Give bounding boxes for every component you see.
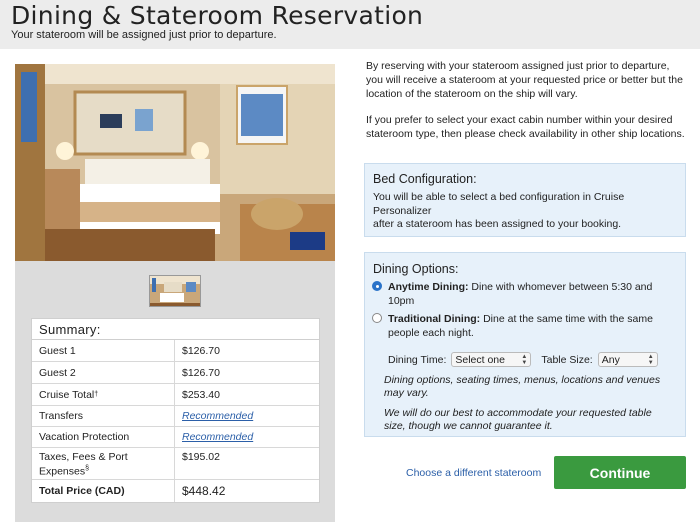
- summary-label: Total Price (CAD): [32, 480, 175, 502]
- summary-value: $253.40: [182, 388, 220, 401]
- stateroom-photo: [15, 64, 335, 261]
- dining-options-title: Dining Options:: [373, 262, 459, 276]
- summary-row-transfers: Transfers Recommended: [32, 406, 319, 427]
- stateroom-panel: Summary: Guest 1 $126.70 Guest 2 $126.70…: [15, 64, 335, 522]
- dining-time-select[interactable]: Select one ▲ ▼: [451, 352, 532, 367]
- dining-time-value: Select one: [455, 353, 505, 366]
- dining-note: Dining options, seating times, menus, lo…: [384, 374, 661, 399]
- choose-different-stateroom-link[interactable]: Choose a different stateroom: [406, 467, 541, 479]
- summary-label-taxes: Taxes, Fees & Port Expenses§: [32, 448, 175, 479]
- bed-configuration-text: You will be able to select a bed configu…: [373, 191, 673, 232]
- summary-row-vacation-protection: Vacation Protection Recommended: [32, 427, 319, 448]
- summary-value: $126.70: [182, 366, 220, 379]
- summary-row-guest-1: Guest 1 $126.70: [32, 340, 319, 362]
- table-size-label: Table Size:: [541, 353, 593, 366]
- anytime-dining-option[interactable]: Anytime Dining: Dine with whomever betwe…: [372, 280, 672, 308]
- summary-row-taxes: Taxes, Fees & Port Expenses§ $195.02: [32, 448, 319, 480]
- anytime-dining-text: Anytime Dining: Dine with whomever betwe…: [388, 280, 672, 308]
- table-size-note: We will do our best to accommodate your …: [384, 407, 652, 432]
- table-size-select[interactable]: Any ▲ ▼: [597, 352, 658, 367]
- anytime-dining-radio[interactable]: [372, 281, 382, 291]
- traditional-dining-radio[interactable]: [372, 313, 382, 323]
- select-arrows-icon: ▲ ▼: [521, 353, 528, 366]
- summary-label: Guest 1: [32, 340, 175, 361]
- page-subtitle: Your stateroom will be assigned just pri…: [11, 29, 277, 41]
- traditional-dining-label: Traditional Dining:: [388, 313, 481, 325]
- footnote-mark: §: [85, 465, 90, 472]
- summary-label: Transfers: [32, 406, 175, 426]
- summary-value: $126.70: [182, 344, 220, 357]
- summary-label: Guest 2: [32, 362, 175, 383]
- intro-paragraph: By reserving with your stateroom assigne…: [366, 60, 683, 100]
- page-title: Dining & Stateroom Reservation: [11, 1, 424, 30]
- summary-value-cell: Recommended: [175, 427, 319, 447]
- traditional-dining-option[interactable]: Traditional Dining: Dine at the same tim…: [372, 312, 672, 340]
- dining-time-label: Dining Time:: [388, 353, 447, 366]
- summary-label: Vacation Protection: [32, 427, 175, 447]
- summary-value: $195.02: [182, 451, 220, 463]
- bed-configuration-box: Bed Configuration: You will be able to s…: [364, 163, 686, 237]
- select-arrows-icon: ▲ ▼: [647, 353, 654, 366]
- summary-value: $448.42: [182, 484, 226, 498]
- continue-button[interactable]: Continue: [554, 456, 686, 489]
- traditional-dining-text: Traditional Dining: Dine at the same tim…: [388, 312, 672, 340]
- stateroom-thumbnail[interactable]: [149, 275, 201, 307]
- summary-row-guest-2: Guest 2 $126.70: [32, 362, 319, 384]
- summary-label: Cruise Total: [39, 388, 95, 401]
- summary-row-cruise-total: Cruise Total † $253.40: [32, 384, 319, 406]
- summary-value-cell: Recommended: [175, 406, 319, 426]
- dining-options-box: Dining Options: Anytime Dining: Dine wit…: [364, 252, 686, 437]
- summary-label-cruise-total: Cruise Total †: [32, 384, 175, 405]
- bed-configuration-line: after a stateroom has been assigned to y…: [373, 218, 622, 230]
- price-summary: Summary: Guest 1 $126.70 Guest 2 $126.70…: [31, 318, 320, 503]
- summary-title: Summary:: [32, 319, 319, 340]
- footnote-mark: †: [94, 391, 99, 398]
- intro-paragraph: If you prefer to select your exact cabin…: [366, 114, 685, 140]
- intro-text: By reserving with your stateroom assigne…: [366, 59, 686, 141]
- dining-selectors: Dining Time: Select one ▲ ▼ Table Size: A…: [388, 352, 658, 367]
- summary-row-total: Total Price (CAD) $448.42: [32, 480, 319, 502]
- bed-configuration-line: You will be able to select a bed configu…: [373, 191, 625, 217]
- page-header: Dining & Stateroom Reservation Your stat…: [0, 0, 700, 49]
- vacation-protection-recommended-link[interactable]: Recommended: [182, 431, 253, 443]
- table-size-value: Any: [601, 353, 620, 366]
- summary-label: Taxes, Fees & Port Expenses: [39, 451, 128, 478]
- transfers-recommended-link[interactable]: Recommended: [182, 410, 253, 422]
- anytime-dining-label: Anytime Dining:: [388, 281, 469, 293]
- bed-configuration-title: Bed Configuration:: [373, 172, 477, 186]
